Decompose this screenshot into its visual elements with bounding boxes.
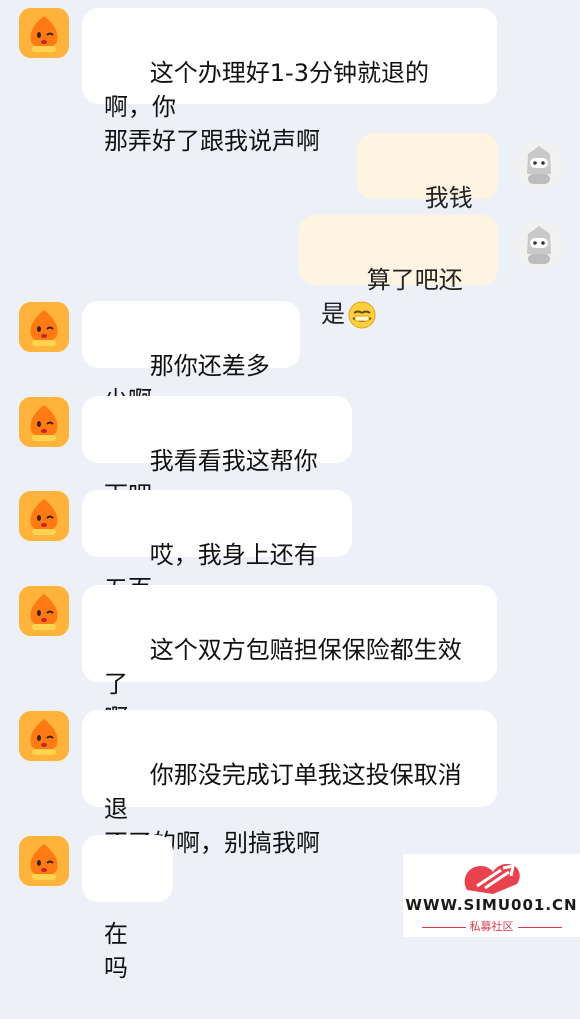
message-bubble: 在吗 xyxy=(82,835,173,982)
chat-area: 这个办理好1-3分钟就退的啊，你 那弄好了跟我说声啊 我钱不够 算了吧还是 xyxy=(0,0,580,982)
facepalm-emoji-icon xyxy=(348,301,376,329)
message-bubble: 你那没完成订单我这投保取消退 不了的啊，别搞我啊 xyxy=(82,710,497,857)
message-text: 在吗 xyxy=(104,920,128,982)
message-bubble: 我钱不够 xyxy=(357,133,498,246)
watermark-url: WWW.SIMU001.CN xyxy=(405,896,578,914)
user-avatar[interactable] xyxy=(514,140,564,190)
agent-avatar[interactable] xyxy=(19,586,69,636)
message-bubble: 算了吧还是 xyxy=(299,215,498,329)
agent-avatar[interactable] xyxy=(19,491,69,541)
agent-avatar[interactable] xyxy=(19,711,69,761)
agent-avatar[interactable] xyxy=(19,302,69,352)
message-bubble: 哎，我身上还有五百 xyxy=(82,490,352,603)
user-avatar[interactable] xyxy=(514,220,564,270)
site-watermark: WWW.SIMU001.CN 私募社区 xyxy=(403,854,580,937)
agent-avatar[interactable] xyxy=(19,836,69,886)
message-bubble: 我看看我这帮你下吧 xyxy=(82,396,352,509)
message-bubble: 这个办理好1-3分钟就退的啊，你 那弄好了跟我说声啊 xyxy=(82,8,497,155)
agent-avatar[interactable] xyxy=(19,397,69,447)
message-text: 算了吧还是 xyxy=(321,266,463,328)
message-bubble: 这个双方包赔担保保险都生效了 啊 xyxy=(82,585,497,732)
watermark-logo-icon xyxy=(464,864,520,894)
message-bubble: 那你还差多少啊 xyxy=(82,301,300,414)
watermark-subtitle: 私募社区 xyxy=(403,918,580,934)
agent-avatar[interactable] xyxy=(19,8,69,58)
